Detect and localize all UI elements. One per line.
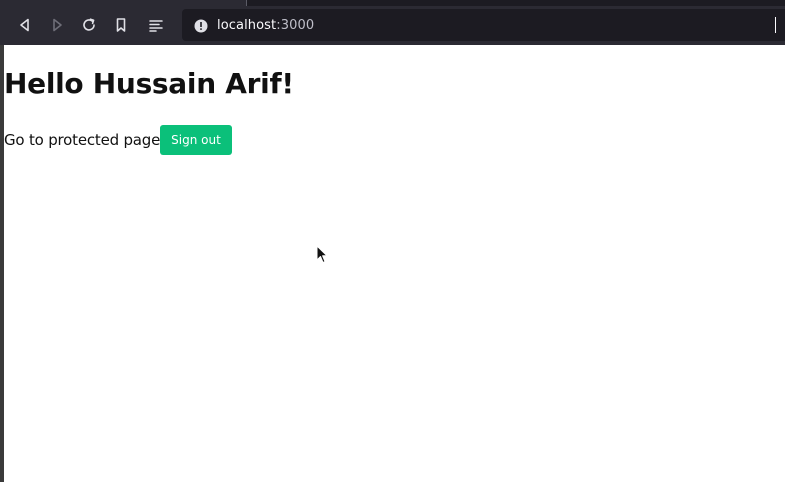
browser-toolbar: localhost:3000 <box>0 6 785 44</box>
url-port: :3000 <box>276 17 315 33</box>
back-arrow-icon <box>17 17 33 33</box>
bookmark-button[interactable] <box>105 9 137 41</box>
page-viewport: Hello Hussain Arif! Go to protected page… <box>4 45 785 482</box>
url-text[interactable]: localhost:3000 <box>217 18 314 33</box>
reader-view-button[interactable] <box>140 9 172 41</box>
browser-window: localhost:3000 Hello Hussain Arif! Go to… <box>0 0 785 482</box>
sign-out-button[interactable]: Sign out <box>160 125 232 155</box>
reader-view-icon <box>148 17 164 33</box>
page-heading: Hello Hussain Arif! <box>4 67 294 100</box>
url-host: localhost <box>217 17 277 33</box>
bookmark-icon <box>113 17 129 33</box>
actions-row: Go to protected page Sign out <box>4 125 232 155</box>
site-info-icon[interactable] <box>194 18 208 33</box>
mouse-pointer-icon <box>316 245 328 269</box>
text-caret <box>775 17 776 33</box>
protected-page-link[interactable]: Go to protected page <box>4 131 160 149</box>
back-button[interactable] <box>9 9 41 41</box>
forward-arrow-icon <box>49 17 65 33</box>
forward-button[interactable] <box>41 9 73 41</box>
reload-icon <box>81 17 97 33</box>
url-bar[interactable]: localhost:3000 <box>182 9 785 41</box>
reload-button[interactable] <box>73 9 105 41</box>
